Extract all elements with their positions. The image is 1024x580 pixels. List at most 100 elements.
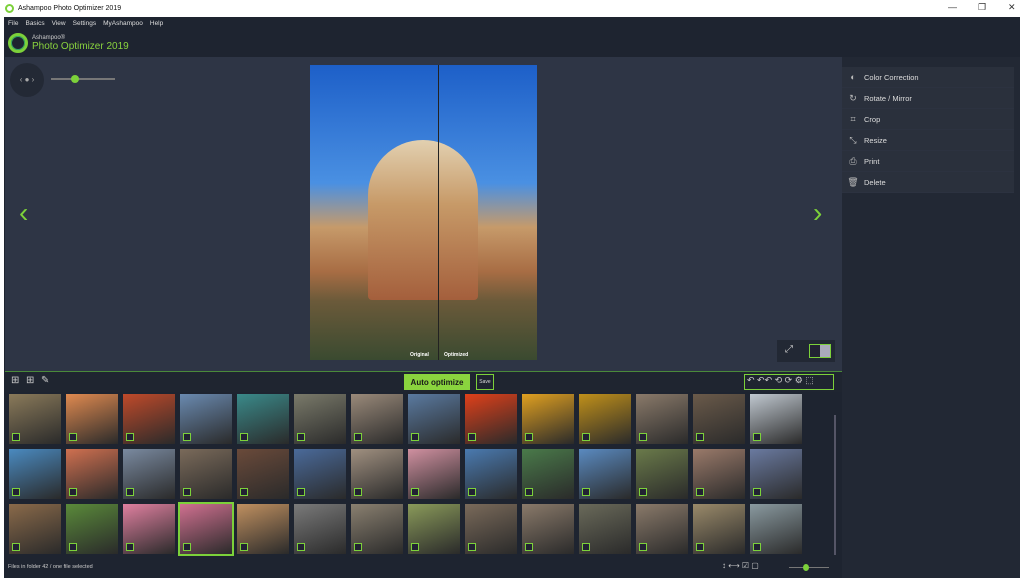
thumbnail-checkbox[interactable] (240, 543, 248, 551)
tool-item[interactable]: ⤡ Resize (842, 130, 1014, 151)
fullscreen-icon[interactable]: ⤢ (785, 344, 793, 355)
thumbnail-checkbox[interactable] (183, 433, 191, 441)
thumbnail-checkbox[interactable] (468, 433, 476, 441)
save-button[interactable]: Save (476, 374, 494, 390)
thumbnail[interactable] (237, 394, 289, 444)
thumbnail[interactable] (351, 449, 403, 499)
thumbnail-checkbox[interactable] (525, 543, 533, 551)
thumbnail-checkbox[interactable] (468, 543, 476, 551)
thumb-size-slider[interactable] (789, 564, 829, 571)
thumbnail-checkbox[interactable] (183, 543, 191, 551)
thumbnail-checkbox[interactable] (753, 543, 761, 551)
zoom-slider[interactable] (51, 75, 115, 83)
thumbnail[interactable] (636, 449, 688, 499)
thumbnail[interactable] (636, 394, 688, 444)
menu-basics[interactable]: Basics (25, 20, 44, 27)
thumbnail[interactable] (123, 449, 175, 499)
thumbnail-checkbox[interactable] (696, 433, 704, 441)
thumbnail[interactable] (180, 449, 232, 499)
thumbnail[interactable] (9, 504, 61, 554)
thumbnail[interactable] (750, 449, 802, 499)
thumbnail-checkbox[interactable] (240, 433, 248, 441)
thumbnail[interactable] (750, 394, 802, 444)
thumbnail-checkbox[interactable] (639, 433, 647, 441)
thumbnail-checkbox[interactable] (12, 433, 20, 441)
thumbnail-checkbox[interactable] (753, 433, 761, 441)
thumbnail[interactable] (351, 504, 403, 554)
thumbnail[interactable] (579, 504, 631, 554)
thumbnail[interactable] (123, 504, 175, 554)
thumbnail[interactable] (180, 394, 232, 444)
thumbnail[interactable] (294, 449, 346, 499)
thumbnail-checkbox[interactable] (69, 433, 77, 441)
thumbnail[interactable] (66, 449, 118, 499)
thumbnail-checkbox[interactable] (639, 488, 647, 496)
thumbnail-checkbox[interactable] (69, 488, 77, 496)
thumbnail[interactable] (66, 504, 118, 554)
thumbnail[interactable] (465, 504, 517, 554)
thumbnail-checkbox[interactable] (582, 433, 590, 441)
thumbnail-checkbox[interactable] (354, 543, 362, 551)
thumbnail-checkbox[interactable] (126, 543, 134, 551)
thumbnail[interactable] (178, 502, 234, 556)
minimize-button[interactable]: — (948, 2, 957, 12)
thumbnail[interactable] (579, 394, 631, 444)
tool-item[interactable]: ⌗ Crop (842, 109, 1014, 130)
maximize-button[interactable]: ❐ (978, 2, 986, 13)
thumbnail[interactable] (294, 394, 346, 444)
thumbnail-checkbox[interactable] (696, 543, 704, 551)
clear-list-icon[interactable]: ✎ (41, 375, 49, 386)
rotate-undo-toolbar[interactable]: ↶ ↶↶ ⟲ ⟳ ⚙ ⬚ (744, 374, 834, 390)
thumbnail[interactable] (237, 449, 289, 499)
thumbnail-checkbox[interactable] (525, 433, 533, 441)
menu-settings[interactable]: Settings (73, 20, 97, 27)
thumbnail-checkbox[interactable] (582, 543, 590, 551)
thumbnail-checkbox[interactable] (69, 543, 77, 551)
thumbnail-checkbox[interactable] (297, 488, 305, 496)
thumbnail[interactable] (237, 504, 289, 554)
thumbnail[interactable] (579, 449, 631, 499)
thumbnail[interactable] (465, 394, 517, 444)
thumbnail-checkbox[interactable] (639, 543, 647, 551)
thumbnail-checkbox[interactable] (183, 488, 191, 496)
thumbnail[interactable] (294, 504, 346, 554)
compare-view-toggle[interactable] (809, 344, 831, 358)
thumbnail[interactable] (9, 449, 61, 499)
thumbnail-checkbox[interactable] (411, 543, 419, 551)
previous-arrow-icon[interactable]: ‹ (19, 197, 28, 229)
thumbnail[interactable] (522, 394, 574, 444)
thumbnail-checkbox[interactable] (240, 488, 248, 496)
close-button[interactable]: ✕ (1008, 2, 1016, 13)
thumbnail[interactable] (465, 449, 517, 499)
thumbnail[interactable] (522, 449, 574, 499)
add-folder-icon[interactable]: ⊞ (26, 375, 34, 386)
menu-help[interactable]: Help (150, 20, 163, 27)
thumbnail-checkbox[interactable] (582, 488, 590, 496)
thumbnail-checkbox[interactable] (12, 488, 20, 496)
thumbnail[interactable] (636, 504, 688, 554)
tool-item[interactable]: ◐ Color Correction (842, 67, 1014, 88)
thumbnail-checkbox[interactable] (753, 488, 761, 496)
thumbnail[interactable] (9, 394, 61, 444)
thumbnail[interactable] (693, 394, 745, 444)
thumbnail-checkbox[interactable] (12, 543, 20, 551)
thumbnail-checkbox[interactable] (297, 433, 305, 441)
zoom-slider-knob[interactable] (71, 75, 79, 83)
thumbnail-checkbox[interactable] (126, 488, 134, 496)
thumbnail-checkbox[interactable] (411, 433, 419, 441)
thumbnail[interactable] (693, 504, 745, 554)
thumbnail[interactable] (522, 504, 574, 554)
menu-file[interactable]: File (8, 20, 18, 27)
thumbnail-checkbox[interactable] (354, 488, 362, 496)
thumbnail-checkbox[interactable] (411, 488, 419, 496)
thumbnail-checkbox[interactable] (126, 433, 134, 441)
auto-optimize-button[interactable]: Auto optimize (404, 374, 470, 390)
tool-item[interactable]: ↻ Rotate / Mirror (842, 88, 1014, 109)
thumbnail[interactable] (123, 394, 175, 444)
thumbnail[interactable] (408, 394, 460, 444)
thumbnail-checkbox[interactable] (297, 543, 305, 551)
view-options-icons[interactable]: ↕ ⟷ ☑ ▢ (722, 561, 759, 570)
thumbnail[interactable] (408, 449, 460, 499)
thumbnail[interactable] (750, 504, 802, 554)
menu-view[interactable]: View (52, 20, 66, 27)
